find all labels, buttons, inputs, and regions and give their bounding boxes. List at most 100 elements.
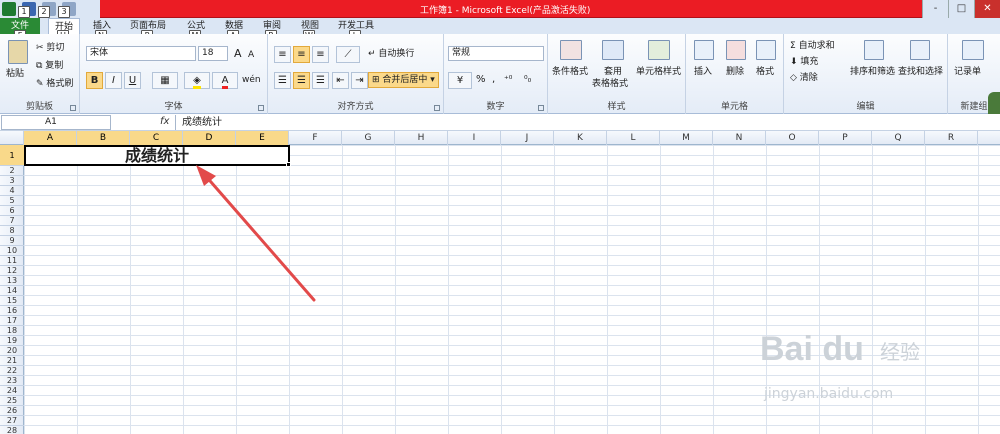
format-painter-button[interactable]: ✎ 格式刷 bbox=[36, 78, 73, 90]
cut-button[interactable]: ✂ 剪切 bbox=[36, 42, 64, 54]
copy-button[interactable]: ⧉ 复制 bbox=[36, 60, 63, 72]
paste-icon[interactable] bbox=[8, 40, 28, 64]
row-header-4[interactable]: 4 bbox=[0, 186, 24, 196]
shrink-font-button[interactable]: A bbox=[248, 49, 254, 61]
row-header-21[interactable]: 21 bbox=[0, 356, 24, 366]
row-header-18[interactable]: 18 bbox=[0, 326, 24, 336]
number-launcher[interactable] bbox=[538, 105, 544, 111]
align-left-button[interactable]: ☰ bbox=[274, 72, 291, 89]
fill-color-button[interactable]: ◈ bbox=[184, 72, 210, 89]
row-header-19[interactable]: 19 bbox=[0, 336, 24, 346]
sort-filter-icon[interactable] bbox=[864, 40, 884, 60]
row-header-26[interactable]: 26 bbox=[0, 406, 24, 416]
currency-button[interactable]: ¥ bbox=[448, 72, 472, 89]
insert-cells-button[interactable]: 插入 bbox=[694, 66, 712, 78]
sort-filter-button[interactable]: 排序和筛选 bbox=[850, 66, 895, 78]
alignment-launcher[interactable] bbox=[434, 105, 440, 111]
column-header-m[interactable]: M bbox=[660, 131, 713, 145]
underline-button[interactable]: U bbox=[124, 72, 141, 89]
italic-button[interactable]: I bbox=[105, 72, 122, 89]
column-header-o[interactable]: O bbox=[766, 131, 819, 145]
font-launcher[interactable] bbox=[258, 105, 264, 111]
row-header-27[interactable]: 27 bbox=[0, 416, 24, 426]
column-header-r[interactable]: R bbox=[925, 131, 978, 145]
merged-cell-a1-e1[interactable]: 成绩统计 bbox=[24, 145, 290, 166]
format-cells-icon[interactable] bbox=[756, 40, 776, 60]
align-middle-button[interactable]: ≡ bbox=[293, 46, 310, 63]
column-header-q[interactable]: Q bbox=[872, 131, 925, 145]
decrease-indent-button[interactable]: ⇤ bbox=[332, 72, 349, 89]
align-center-button[interactable]: ☰ bbox=[293, 72, 310, 89]
row-header-12[interactable]: 12 bbox=[0, 266, 24, 276]
paste-button[interactable]: 粘贴 bbox=[6, 68, 24, 80]
conditional-format-button[interactable]: 条件格式 bbox=[552, 66, 588, 78]
row-header-5[interactable]: 5 bbox=[0, 196, 24, 206]
comma-button[interactable]: , bbox=[492, 74, 495, 86]
column-header-j[interactable]: J bbox=[501, 131, 554, 145]
autosum-button[interactable]: Σ 自动求和 bbox=[790, 40, 835, 52]
column-header-e[interactable]: E bbox=[236, 131, 289, 145]
fx-icon[interactable]: fx bbox=[160, 116, 169, 127]
column-header-b[interactable]: B bbox=[77, 131, 130, 145]
column-header-f[interactable]: F bbox=[289, 131, 342, 145]
align-bottom-button[interactable]: ≡ bbox=[312, 46, 329, 63]
row-header-16[interactable]: 16 bbox=[0, 306, 24, 316]
record-form-icon[interactable] bbox=[962, 40, 984, 60]
row-header-7[interactable]: 7 bbox=[0, 216, 24, 226]
phonetic-button[interactable]: wén bbox=[242, 74, 261, 86]
decrease-decimal-button[interactable]: ⁰₀ bbox=[524, 74, 531, 86]
insert-cells-icon[interactable] bbox=[694, 40, 714, 60]
column-header-a[interactable]: A bbox=[24, 131, 77, 145]
border-button[interactable]: ▦ bbox=[152, 72, 178, 89]
row-header-10[interactable]: 10 bbox=[0, 246, 24, 256]
row-header-25[interactable]: 25 bbox=[0, 396, 24, 406]
clear-button[interactable]: ◇ 清除 bbox=[790, 72, 818, 84]
row-header-13[interactable]: 13 bbox=[0, 276, 24, 286]
row-header-23[interactable]: 23 bbox=[0, 376, 24, 386]
table-format-line2[interactable]: 表格格式 bbox=[592, 78, 628, 90]
table-format-line1[interactable]: 套用 bbox=[604, 66, 622, 78]
column-header-c[interactable]: C bbox=[130, 131, 183, 145]
delete-cells-button[interactable]: 删除 bbox=[726, 66, 744, 78]
row-header-28[interactable]: 28 bbox=[0, 426, 24, 434]
select-all-corner[interactable] bbox=[0, 131, 24, 145]
align-top-button[interactable]: ≡ bbox=[274, 46, 291, 63]
font-name-combo[interactable]: 宋体 bbox=[86, 46, 196, 61]
find-select-button[interactable]: 查找和选择 bbox=[898, 66, 943, 78]
minimize-button[interactable]: - bbox=[922, 0, 948, 18]
grow-font-button[interactable]: A bbox=[234, 48, 242, 60]
row-header-2[interactable]: 2 bbox=[0, 166, 24, 176]
row-header-9[interactable]: 9 bbox=[0, 236, 24, 246]
column-header-l[interactable]: L bbox=[607, 131, 660, 145]
row-header-1[interactable]: 1 bbox=[0, 145, 24, 166]
column-header-p[interactable]: P bbox=[819, 131, 872, 145]
conditional-format-icon[interactable] bbox=[560, 40, 582, 60]
merge-center-button[interactable]: ⊞ 合并后居中 ▾ bbox=[368, 72, 439, 88]
row-header-6[interactable]: 6 bbox=[0, 206, 24, 216]
percent-button[interactable]: % bbox=[476, 74, 486, 86]
row-header-17[interactable]: 17 bbox=[0, 316, 24, 326]
row-header-3[interactable]: 3 bbox=[0, 176, 24, 186]
cell-style-button[interactable]: 单元格样式 bbox=[636, 66, 681, 78]
column-header-i[interactable]: I bbox=[448, 131, 501, 145]
font-size-combo[interactable]: 18 bbox=[198, 46, 228, 61]
row-header-8[interactable]: 8 bbox=[0, 226, 24, 236]
font-color-button[interactable]: A bbox=[212, 72, 238, 89]
wrap-text-button[interactable]: ↵ 自动换行 bbox=[368, 48, 414, 60]
fill-button[interactable]: ⬇ 填充 bbox=[790, 56, 818, 68]
maximize-button[interactable]: □ bbox=[948, 0, 974, 18]
increase-decimal-button[interactable]: ⁺⁰ bbox=[504, 74, 512, 86]
row-header-20[interactable]: 20 bbox=[0, 346, 24, 356]
find-select-icon[interactable] bbox=[910, 40, 930, 60]
row-header-14[interactable]: 14 bbox=[0, 286, 24, 296]
column-header-n[interactable]: N bbox=[713, 131, 766, 145]
close-button[interactable]: ✕ bbox=[974, 0, 1000, 18]
column-header-g[interactable]: G bbox=[342, 131, 395, 145]
name-box[interactable]: A1 bbox=[1, 115, 111, 130]
align-right-button[interactable]: ☰ bbox=[312, 72, 329, 89]
delete-cells-icon[interactable] bbox=[726, 40, 746, 60]
format-cells-button[interactable]: 格式 bbox=[756, 66, 774, 78]
column-header-h[interactable]: H bbox=[395, 131, 448, 145]
orientation-button[interactable]: ⟋ bbox=[336, 46, 360, 63]
row-header-22[interactable]: 22 bbox=[0, 366, 24, 376]
